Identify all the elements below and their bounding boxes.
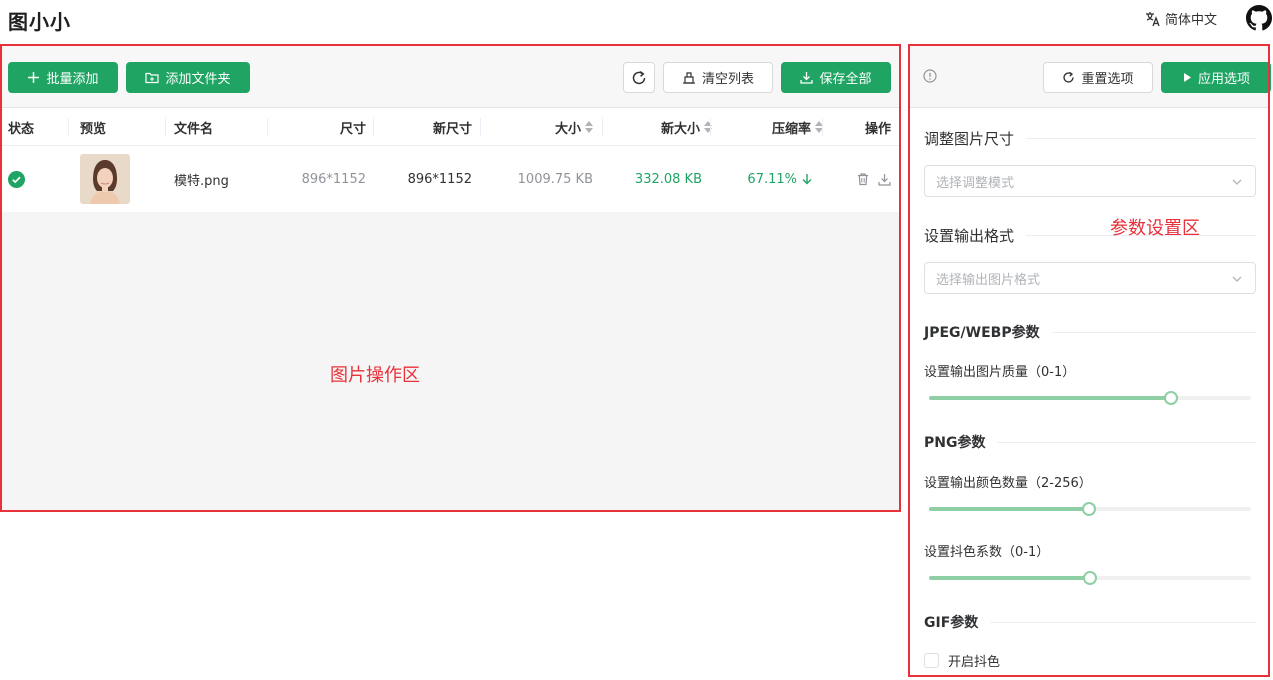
apply-options-button[interactable]: 应用选项 <box>1161 62 1271 93</box>
slider-handle[interactable] <box>1083 571 1097 585</box>
clear-icon <box>682 72 695 84</box>
resize-title-text: 调整图片尺寸 <box>924 130 1015 148</box>
download-icon[interactable] <box>878 173 891 186</box>
format-title-text: 设置输出格式 <box>924 227 1015 245</box>
info-icon[interactable] <box>923 69 937 83</box>
reset-options-button[interactable]: 重置选项 <box>1043 62 1153 93</box>
app-title: 图小小 <box>8 10 71 34</box>
new-size-cell: 896*1152 <box>407 171 472 187</box>
quality-label: 设置输出图片质量（0-1） <box>924 365 1076 380</box>
slider-handle[interactable] <box>1081 502 1096 516</box>
checkbox-box[interactable] <box>924 653 939 668</box>
apply-options-label: 应用选项 <box>1197 72 1250 87</box>
output-format-placeholder: 选择输出图片格式 <box>936 272 1041 288</box>
image-area-label: 图片操作区 <box>330 365 420 386</box>
column-actions: 操作 <box>864 121 891 137</box>
clear-list-label: 清空列表 <box>701 72 754 87</box>
jpeg-section-title: JPEG/WEBP参数 <box>924 322 1256 342</box>
add-folder-label: 添加文件夹 <box>165 72 231 87</box>
format-section-title: 设置输出格式 <box>924 225 1256 246</box>
add-folder-button[interactable]: 添加文件夹 <box>126 62 250 93</box>
gif-section-title: GIF参数 <box>924 612 1256 632</box>
file-size-cell: 1009.75 KB <box>517 171 593 187</box>
column-new-file-size[interactable]: 新大小 <box>661 108 712 146</box>
column-size: 尺寸 <box>339 121 366 137</box>
size-cell: 896*1152 <box>301 171 366 187</box>
resize-section-title: 调整图片尺寸 <box>924 128 1256 149</box>
check-circle-icon <box>8 170 25 188</box>
settings-toolbar: 重置选项 应用选项 <box>908 44 1271 108</box>
github-icon[interactable] <box>1246 5 1272 31</box>
image-toolbar: 批量添加 添加文件夹 清空列表 保存全部 <box>0 44 901 108</box>
column-file-size[interactable]: 大小 <box>555 108 593 146</box>
image-operation-panel: 批量添加 添加文件夹 清空列表 保存全部 状态 预览 文件名 尺寸 新尺寸 大小 <box>0 44 901 512</box>
arrow-down-icon <box>802 174 812 185</box>
download-icon <box>800 72 814 84</box>
refresh-icon <box>632 70 646 84</box>
gif-dither-checkbox[interactable]: 开启抖色 <box>924 651 1000 670</box>
chevron-down-icon <box>1232 276 1242 282</box>
batch-add-label: 批量添加 <box>46 72 99 87</box>
column-file-size-label: 大小 <box>554 121 581 137</box>
quality-slider[interactable] <box>929 390 1251 406</box>
png-title-text: PNG参数 <box>924 435 986 451</box>
language-switcher[interactable]: 简体中文 <box>1145 9 1217 28</box>
table-row: 模特.png 896*1152 896*1152 1009.75 KB 332.… <box>0 146 901 212</box>
column-new-size: 新尺寸 <box>432 121 472 137</box>
sort-icon[interactable] <box>585 121 593 133</box>
new-file-size-cell: 332.08 KB <box>634 171 702 187</box>
jpeg-title-text: JPEG/WEBP参数 <box>924 325 1040 341</box>
output-format-select[interactable]: 选择输出图片格式 <box>924 262 1256 294</box>
gif-dither-label: 开启抖色 <box>948 655 1001 670</box>
filename-cell: 模特.png <box>174 173 229 189</box>
trash-icon[interactable] <box>856 172 870 186</box>
colors-label: 设置输出颜色数量（2-256） <box>924 476 1092 491</box>
column-preview: 预览 <box>80 121 107 137</box>
resize-mode-placeholder: 选择调整模式 <box>936 175 1015 191</box>
app-header: 图小小 简体中文 <box>0 0 1273 40</box>
chevron-down-icon <box>1232 179 1242 185</box>
save-all-button[interactable]: 保存全部 <box>781 62 891 93</box>
column-new-file-size-label: 新大小 <box>660 121 700 137</box>
language-label: 简体中文 <box>1165 13 1218 28</box>
column-status: 状态 <box>8 121 35 137</box>
reset-icon <box>1063 71 1075 83</box>
ratio-value: 67.11% <box>747 171 797 187</box>
status-cell <box>8 146 25 212</box>
translate-icon <box>1146 11 1160 26</box>
folder-add-icon <box>145 72 160 84</box>
resize-mode-select[interactable]: 选择调整模式 <box>924 165 1256 197</box>
gif-title-text: GIF参数 <box>924 615 979 631</box>
actions-cell <box>856 146 891 212</box>
settings-area-label: 参数设置区 <box>1110 218 1200 239</box>
column-ratio-label: 压缩率 <box>771 121 811 137</box>
column-filename: 文件名 <box>174 121 214 137</box>
preview-cell[interactable] <box>80 146 130 212</box>
batch-add-button[interactable]: 批量添加 <box>8 62 118 93</box>
column-ratio[interactable]: 压缩率 <box>772 108 823 146</box>
reset-options-label: 重置选项 <box>1081 72 1134 87</box>
plus-icon <box>28 72 40 83</box>
dither-label: 设置抖色系数（0-1） <box>924 545 1050 560</box>
table-header: 状态 预览 文件名 尺寸 新尺寸 大小 新大小 压缩率 操作 <box>0 108 901 146</box>
save-all-label: 保存全部 <box>819 72 872 87</box>
colors-slider[interactable] <box>929 501 1251 517</box>
slider-handle[interactable] <box>1163 391 1178 405</box>
clear-list-button[interactable]: 清空列表 <box>663 62 773 93</box>
png-section-title: PNG参数 <box>924 432 1256 452</box>
play-icon <box>1183 73 1191 82</box>
dither-slider[interactable] <box>929 570 1251 586</box>
preview-thumbnail[interactable] <box>80 154 130 204</box>
settings-panel: 重置选项 应用选项 调整图片尺寸 选择调整模式 设置输出格式 选择输出图片格式 … <box>908 44 1271 677</box>
ratio-cell: 67.11% <box>747 146 813 212</box>
refresh-button[interactable] <box>623 62 655 93</box>
